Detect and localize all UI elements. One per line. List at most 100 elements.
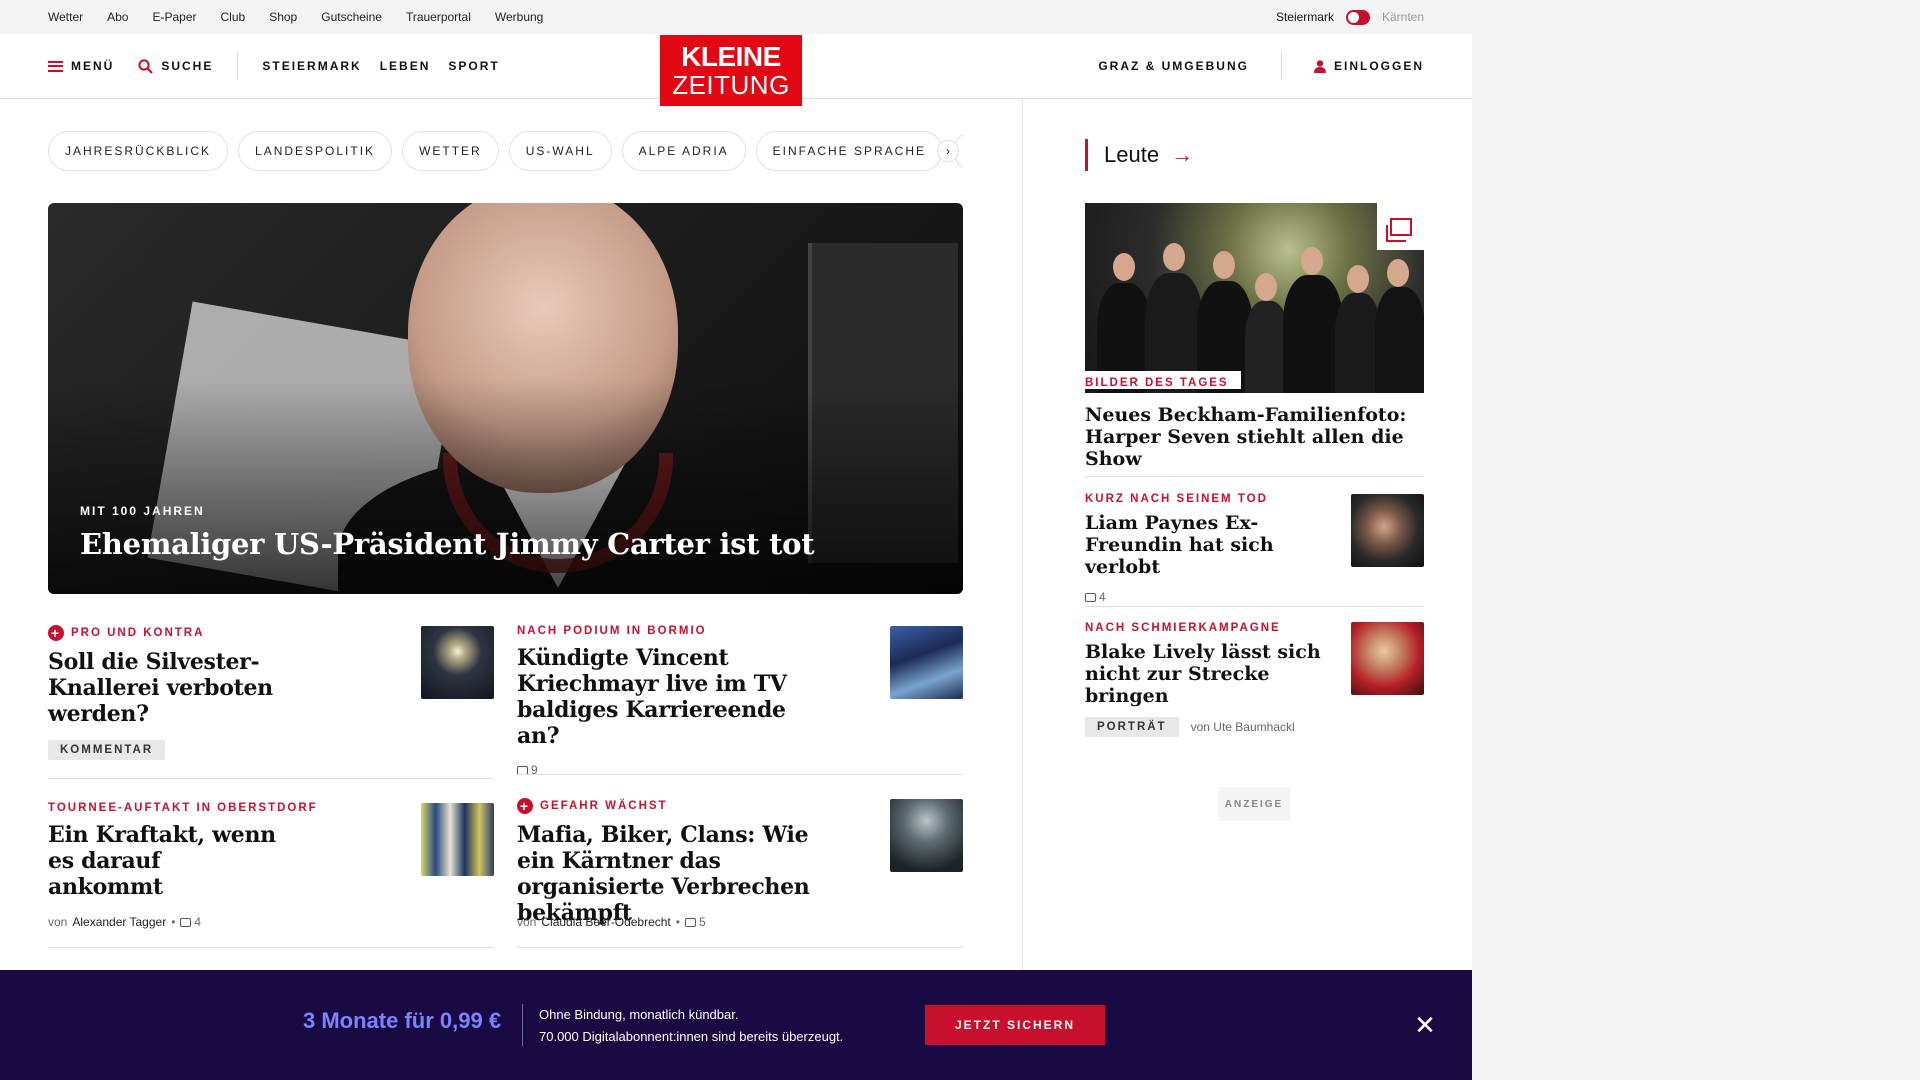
hero-title[interactable]: Ehemaliger US-Präsident Jimmy Carter ist…	[80, 527, 815, 561]
article-kicker: KURZ NACH SEINEM TOD	[1085, 493, 1268, 505]
menu-button[interactable]: MENÜ	[48, 59, 114, 73]
article-title[interactable]: Ein Kraftakt, wenn es darauf ankommt	[48, 822, 278, 900]
feature-title[interactable]: Neues Beckham-Familienfoto: Harper Seven…	[1085, 404, 1425, 470]
feature-article[interactable]: Neues Beckham-Familienfoto: Harper Seven…	[1085, 397, 1425, 470]
nav-graz-umgebung[interactable]: GRAZ & UMGEBUNG	[1098, 59, 1249, 73]
chip-us-wahl[interactable]: US-WAHL	[508, 131, 612, 171]
gallery-icon	[1385, 217, 1412, 242]
promo-divider	[522, 1004, 523, 1046]
article-meta: von Alexander Tagger • 4	[48, 915, 201, 929]
author-link[interactable]: Claudia Beer-Odebrecht	[541, 915, 670, 929]
portraet-badge: PORTRÄT	[1085, 717, 1179, 737]
feature-image-face	[1163, 243, 1185, 271]
author-line: von Ute Baumhackl	[1191, 720, 1295, 734]
chip-jahresrueckblick[interactable]: JAHRESRÜCKBLICK	[48, 131, 229, 171]
feature-image-face	[1255, 273, 1277, 301]
region-toggle[interactable]	[1345, 9, 1370, 25]
chip-wetter[interactable]: WETTER	[402, 131, 499, 171]
chip-landespolitik[interactable]: LANDESPOLITIK	[238, 131, 393, 171]
utility-link-epaper[interactable]: E-Paper	[152, 10, 196, 24]
header-nav-left: MENÜ SUCHE STEIERMARK LEBEN SPORT	[48, 34, 500, 98]
comment-count[interactable]: 4	[180, 915, 201, 929]
comment-icon	[684, 917, 696, 927]
logo-line-2: ZEITUNG	[672, 70, 790, 100]
divider	[517, 947, 963, 948]
comment-count[interactable]: 4	[1085, 590, 1335, 604]
article-title[interactable]: Blake Lively lässt sich nicht zur Streck…	[1085, 641, 1335, 707]
column-divider	[1022, 99, 1023, 970]
utility-link-gutscheine[interactable]: Gutscheine	[321, 10, 382, 24]
subscribe-button[interactable]: JETZT SICHERN	[925, 1005, 1105, 1045]
feature-image-person	[1283, 275, 1343, 393]
utility-link-trauerportal[interactable]: Trauerportal	[406, 10, 471, 24]
author-link[interactable]: Alexander Tagger	[72, 915, 166, 929]
article-thumbnail-police[interactable]	[890, 799, 963, 872]
article-kicker: NACH PODIUM IN BORMIO	[517, 625, 707, 637]
page: Wetter Abo E-Paper Club Shop Gutscheine …	[0, 0, 1472, 1080]
divider	[48, 778, 493, 779]
close-icon[interactable]: ✕	[1410, 1010, 1440, 1040]
region-steiermark[interactable]: Steiermark	[1276, 10, 1334, 24]
region-kaernten[interactable]: Kärnten	[1382, 10, 1424, 24]
region-switch: Steiermark Kärnten	[1276, 0, 1424, 34]
site-logo[interactable]: KLEINE ZEITUNG	[660, 35, 802, 106]
subscription-banner: 3 Monate für 0,99 € Ohne Bindung, monatl…	[0, 970, 1472, 1080]
divider	[517, 774, 963, 775]
header-nav-right: GRAZ & UMGEBUNG EINLOGGEN	[1098, 34, 1424, 98]
article-title[interactable]: Liam Paynes Ex-Freundin hat sich verlobt	[1085, 512, 1335, 578]
sidebar-thumbnail-liam[interactable]	[1351, 494, 1424, 567]
feature-image-face	[1113, 253, 1135, 281]
feature-image-face	[1213, 251, 1235, 279]
article-card[interactable]: TOURNEE-AUFTAKT IN OBERSTDORF Ein Krafta…	[48, 802, 348, 900]
sidebar-article[interactable]: NACH SCHMIERKAMPAGNE Blake Lively lässt …	[1085, 622, 1335, 737]
feature-kicker: BILDER DES TAGES	[1085, 371, 1241, 389]
chip-alpe-adria[interactable]: ALPE ADRIA	[621, 131, 746, 171]
article-title[interactable]: Kündigte Vincent Kriechmayr live im TV b…	[517, 645, 817, 749]
article-title[interactable]: Mafia, Biker, Clans: Wie ein Kärntner da…	[517, 822, 817, 926]
article-kicker: NACH SCHMIERKAMPAGNE	[1085, 622, 1281, 634]
login-button[interactable]: EINLOGGEN	[1313, 59, 1424, 73]
nav-leben[interactable]: LEBEN	[380, 59, 431, 73]
article-card[interactable]: + PRO UND KONTRA Soll die Silvester-Knal…	[48, 625, 348, 727]
section-heading-leute[interactable]: Leute →	[1085, 139, 1193, 171]
article-card[interactable]: + GEFAHR WÄCHST Mafia, Biker, Clans: Wie…	[517, 798, 817, 926]
ad-label: ANZEIGE	[1218, 787, 1290, 821]
author-prefix: von	[517, 915, 537, 929]
article-kicker-text: PRO UND KONTRA	[71, 627, 205, 639]
article-card[interactable]: NACH PODIUM IN BORMIO Kündigte Vincent K…	[517, 625, 817, 777]
promo-line-1: Ohne Bindung, monatlich kündbar.	[539, 1007, 739, 1022]
gallery-button[interactable]	[1377, 203, 1424, 250]
sidebar-thumbnail-blake[interactable]	[1351, 622, 1424, 695]
user-icon	[1313, 59, 1326, 73]
nav-steiermark[interactable]: STEIERMARK	[262, 59, 361, 73]
chip-scroll-right-button[interactable]: ›	[937, 140, 959, 162]
utility-link-shop[interactable]: Shop	[269, 10, 297, 24]
article-thumbnail-kriechmayr[interactable]	[890, 626, 963, 699]
utility-link-werbung[interactable]: Werbung	[495, 10, 543, 24]
feature-image-beckham[interactable]	[1085, 203, 1424, 393]
feature-image-face	[1347, 265, 1369, 293]
utility-link-club[interactable]: Club	[221, 10, 246, 24]
comment-count-value: 4	[194, 915, 202, 929]
search-button[interactable]: SUCHE	[138, 58, 213, 74]
author-link[interactable]: Ute Baumhackl	[1213, 720, 1294, 734]
feature-image-person	[1375, 287, 1424, 393]
comment-count[interactable]: 5	[684, 915, 706, 929]
utility-link-wetter[interactable]: Wetter	[48, 10, 83, 24]
article-title[interactable]: Soll die Silvester-Knallerei verboten we…	[48, 649, 348, 727]
article-thumbnail-fireworks[interactable]	[421, 626, 494, 699]
plus-icon: +	[48, 625, 64, 641]
nav-sport[interactable]: SPORT	[448, 59, 499, 73]
sidebar-article[interactable]: KURZ NACH SEINEM TOD Liam Paynes Ex-Freu…	[1085, 493, 1335, 604]
hero-article[interactable]: MIT 100 JAHREN Ehemaliger US-Präsident J…	[48, 203, 963, 594]
header-divider	[237, 52, 239, 80]
comment-count-value: 4	[1099, 590, 1106, 604]
utility-link-abo[interactable]: Abo	[107, 10, 128, 24]
article-thumbnail-skijumpers[interactable]	[421, 803, 494, 876]
promo-line-2: 70.000 Digitalabonnent:innen sind bereit…	[539, 1029, 844, 1044]
article-kicker-text: GEFAHR WÄCHST	[540, 800, 668, 812]
chip-einfache-sprache[interactable]: EINFACHE SPRACHE	[755, 131, 944, 171]
login-label: EINLOGGEN	[1333, 59, 1424, 73]
hero-kicker: MIT 100 JAHREN	[80, 504, 205, 518]
meta-dot: •	[675, 915, 680, 929]
